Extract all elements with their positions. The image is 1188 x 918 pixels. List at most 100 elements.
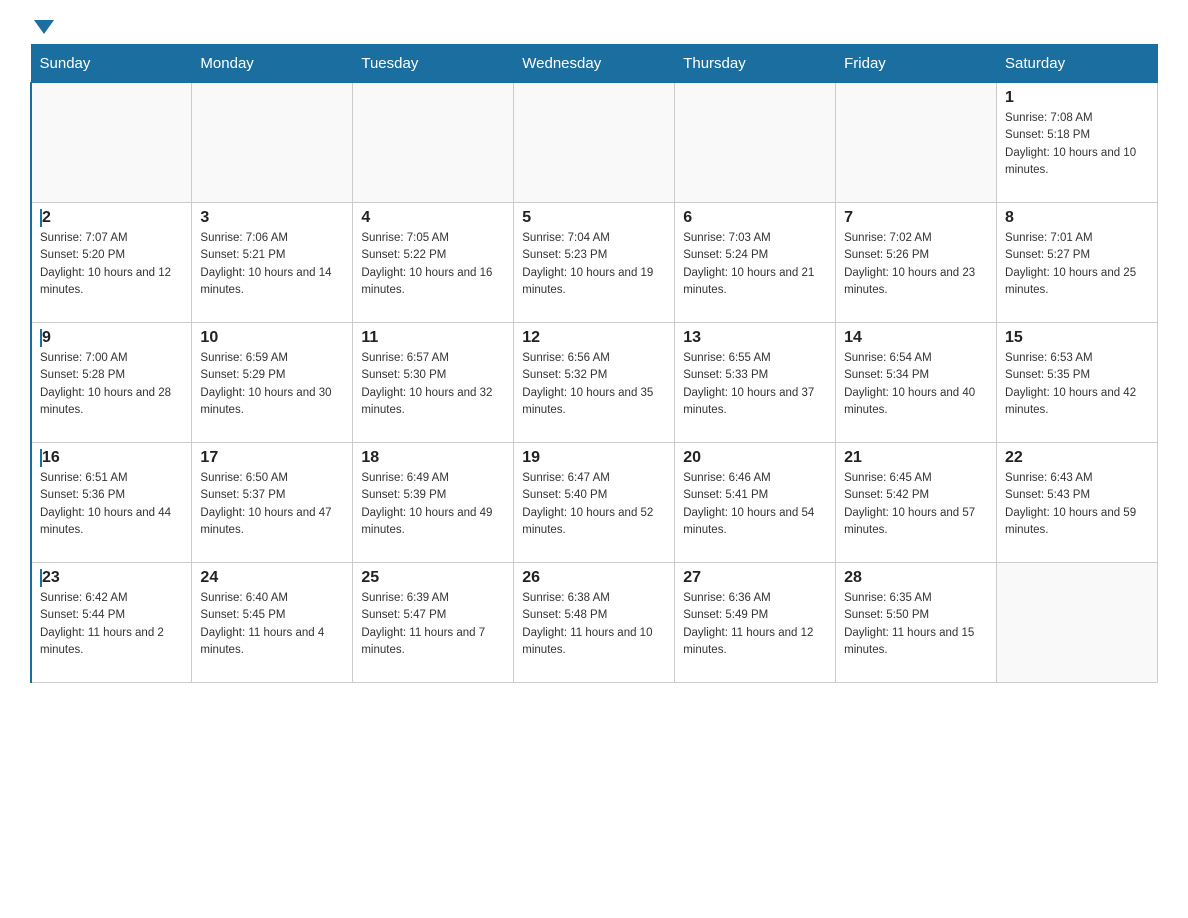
- day-info: Sunrise: 6:51 AM Sunset: 5:36 PM Dayligh…: [40, 470, 183, 539]
- day-info: Sunrise: 7:03 AM Sunset: 5:24 PM Dayligh…: [683, 230, 827, 299]
- calendar-day-cell: 7 Sunrise: 7:02 AM Sunset: 5:26 PM Daylig…: [836, 203, 997, 323]
- calendar-day-cell: 21 Sunrise: 6:45 AM Sunset: 5:42 PM Dayli…: [836, 443, 997, 563]
- day-number: 11: [361, 329, 505, 347]
- day-number: 5: [522, 209, 666, 227]
- day-number: 1: [1005, 89, 1149, 107]
- calendar-day-cell: 11 Sunrise: 6:57 AM Sunset: 5:30 PM Dayli…: [353, 323, 514, 443]
- day-info: Sunrise: 6:47 AM Sunset: 5:40 PM Dayligh…: [522, 470, 666, 539]
- calendar-header-row: SundayMondayTuesdayWednesdayThursdayFrid…: [31, 45, 1158, 83]
- day-info: Sunrise: 6:39 AM Sunset: 5:47 PM Dayligh…: [361, 590, 505, 659]
- day-number: 2: [40, 209, 183, 227]
- calendar-day-cell: 17 Sunrise: 6:50 AM Sunset: 5:37 PM Dayli…: [192, 443, 353, 563]
- day-info: Sunrise: 6:35 AM Sunset: 5:50 PM Dayligh…: [844, 590, 988, 659]
- day-info: Sunrise: 6:56 AM Sunset: 5:32 PM Dayligh…: [522, 350, 666, 419]
- calendar-week-row: 9 Sunrise: 7:00 AM Sunset: 5:28 PM Daylig…: [31, 323, 1158, 443]
- calendar-day-cell: [514, 83, 675, 203]
- day-info: Sunrise: 6:50 AM Sunset: 5:37 PM Dayligh…: [200, 470, 344, 539]
- calendar-table: SundayMondayTuesdayWednesdayThursdayFrid…: [30, 44, 1158, 683]
- calendar-day-cell: 3 Sunrise: 7:06 AM Sunset: 5:21 PM Daylig…: [192, 203, 353, 323]
- day-number: 19: [522, 449, 666, 467]
- day-info: Sunrise: 6:54 AM Sunset: 5:34 PM Dayligh…: [844, 350, 988, 419]
- calendar-day-cell: 5Sunrise: 7:04 AM Sunset: 5:23 PM Daylig…: [514, 203, 675, 323]
- day-number: 17: [200, 449, 344, 467]
- calendar-day-cell: [997, 563, 1158, 683]
- day-info: Sunrise: 7:06 AM Sunset: 5:21 PM Dayligh…: [200, 230, 344, 299]
- calendar-day-cell: 10 Sunrise: 6:59 AM Sunset: 5:29 PM Dayli…: [192, 323, 353, 443]
- calendar-day-cell: 16 Sunrise: 6:51 AM Sunset: 5:36 PM Dayli…: [31, 443, 192, 563]
- calendar-day-cell: 18 Sunrise: 6:49 AM Sunset: 5:39 PM Dayli…: [353, 443, 514, 563]
- day-info: Sunrise: 6:46 AM Sunset: 5:41 PM Dayligh…: [683, 470, 827, 539]
- day-of-week-header: Thursday: [675, 45, 836, 83]
- calendar-day-cell: 1 Sunrise: 7:08 AM Sunset: 5:18 PM Daylig…: [997, 83, 1158, 203]
- calendar-day-cell: 25 Sunrise: 6:39 AM Sunset: 5:47 PM Dayli…: [353, 563, 514, 683]
- day-info: Sunrise: 6:36 AM Sunset: 5:49 PM Dayligh…: [683, 590, 827, 659]
- day-number: 15: [1005, 329, 1149, 347]
- calendar-day-cell: 14 Sunrise: 6:54 AM Sunset: 5:34 PM Dayli…: [836, 323, 997, 443]
- day-number: 12: [522, 329, 666, 347]
- day-of-week-header: Saturday: [997, 45, 1158, 83]
- calendar-week-row: 1 Sunrise: 7:08 AM Sunset: 5:18 PM Daylig…: [31, 83, 1158, 203]
- day-number: 22: [1005, 449, 1149, 467]
- calendar-week-row: 16 Sunrise: 6:51 AM Sunset: 5:36 PM Dayli…: [31, 443, 1158, 563]
- calendar-day-cell: 28 Sunrise: 6:35 AM Sunset: 5:50 PM Dayli…: [836, 563, 997, 683]
- day-info: Sunrise: 6:40 AM Sunset: 5:45 PM Dayligh…: [200, 590, 344, 659]
- calendar-day-cell: 19 Sunrise: 6:47 AM Sunset: 5:40 PM Dayli…: [514, 443, 675, 563]
- calendar-day-cell: 2 Sunrise: 7:07 AM Sunset: 5:20 PM Daylig…: [31, 203, 192, 323]
- day-number: 14: [844, 329, 988, 347]
- calendar-day-cell: 9 Sunrise: 7:00 AM Sunset: 5:28 PM Daylig…: [31, 323, 192, 443]
- day-info: Sunrise: 7:02 AM Sunset: 5:26 PM Dayligh…: [844, 230, 988, 299]
- calendar-day-cell: 20 Sunrise: 6:46 AM Sunset: 5:41 PM Dayli…: [675, 443, 836, 563]
- day-number: 4: [361, 209, 505, 227]
- day-info: Sunrise: 6:38 AM Sunset: 5:48 PM Dayligh…: [522, 590, 666, 659]
- day-number: 21: [844, 449, 988, 467]
- day-number: 28: [844, 569, 988, 587]
- day-info: Sunrise: 7:00 AM Sunset: 5:28 PM Dayligh…: [40, 350, 183, 419]
- day-number: 18: [361, 449, 505, 467]
- day-number: 24: [200, 569, 344, 587]
- day-number: 10: [200, 329, 344, 347]
- day-info: Sunrise: 6:57 AM Sunset: 5:30 PM Dayligh…: [361, 350, 505, 419]
- day-number: 8: [1005, 209, 1149, 227]
- calendar-day-cell: [675, 83, 836, 203]
- day-of-week-header: Monday: [192, 45, 353, 83]
- calendar-day-cell: [353, 83, 514, 203]
- day-info: Sunrise: 6:42 AM Sunset: 5:44 PM Dayligh…: [40, 590, 183, 659]
- calendar-day-cell: 13Sunrise: 6:55 AM Sunset: 5:33 PM Dayli…: [675, 323, 836, 443]
- page-header: [30, 20, 1158, 34]
- day-number: 16: [40, 449, 183, 467]
- calendar-day-cell: 27 Sunrise: 6:36 AM Sunset: 5:49 PM Dayli…: [675, 563, 836, 683]
- day-info: Sunrise: 6:43 AM Sunset: 5:43 PM Dayligh…: [1005, 470, 1149, 539]
- day-of-week-header: Sunday: [31, 45, 192, 83]
- calendar-week-row: 2 Sunrise: 7:07 AM Sunset: 5:20 PM Daylig…: [31, 203, 1158, 323]
- day-info: Sunrise: 6:55 AM Sunset: 5:33 PM Dayligh…: [683, 350, 827, 419]
- day-info: Sunrise: 7:07 AM Sunset: 5:20 PM Dayligh…: [40, 230, 183, 299]
- day-info: Sunrise: 7:08 AM Sunset: 5:18 PM Dayligh…: [1005, 110, 1149, 179]
- calendar-day-cell: 6Sunrise: 7:03 AM Sunset: 5:24 PM Daylig…: [675, 203, 836, 323]
- day-of-week-header: Tuesday: [353, 45, 514, 83]
- day-number: 7: [844, 209, 988, 227]
- day-number: 25: [361, 569, 505, 587]
- day-number: 26: [522, 569, 666, 587]
- day-info: Sunrise: 7:05 AM Sunset: 5:22 PM Dayligh…: [361, 230, 505, 299]
- calendar-day-cell: 26 Sunrise: 6:38 AM Sunset: 5:48 PM Dayli…: [514, 563, 675, 683]
- calendar-day-cell: 4 Sunrise: 7:05 AM Sunset: 5:22 PM Daylig…: [353, 203, 514, 323]
- day-info: Sunrise: 6:49 AM Sunset: 5:39 PM Dayligh…: [361, 470, 505, 539]
- day-info: Sunrise: 7:01 AM Sunset: 5:27 PM Dayligh…: [1005, 230, 1149, 299]
- logo: [30, 20, 54, 34]
- calendar-day-cell: 15 Sunrise: 6:53 AM Sunset: 5:35 PM Dayli…: [997, 323, 1158, 443]
- calendar-day-cell: 23 Sunrise: 6:42 AM Sunset: 5:44 PM Dayli…: [31, 563, 192, 683]
- logo-arrow-icon: [34, 20, 54, 34]
- day-number: 23: [40, 569, 183, 587]
- day-info: Sunrise: 6:59 AM Sunset: 5:29 PM Dayligh…: [200, 350, 344, 419]
- calendar-day-cell: 12 Sunrise: 6:56 AM Sunset: 5:32 PM Dayli…: [514, 323, 675, 443]
- logo-general-text: [30, 20, 54, 34]
- calendar-day-cell: [192, 83, 353, 203]
- day-number: 27: [683, 569, 827, 587]
- day-number: 3: [200, 209, 344, 227]
- calendar-week-row: 23 Sunrise: 6:42 AM Sunset: 5:44 PM Dayli…: [31, 563, 1158, 683]
- day-number: 9: [40, 329, 183, 347]
- day-info: Sunrise: 6:45 AM Sunset: 5:42 PM Dayligh…: [844, 470, 988, 539]
- day-info: Sunrise: 6:53 AM Sunset: 5:35 PM Dayligh…: [1005, 350, 1149, 419]
- day-number: 20: [683, 449, 827, 467]
- calendar-day-cell: 22 Sunrise: 6:43 AM Sunset: 5:43 PM Dayli…: [997, 443, 1158, 563]
